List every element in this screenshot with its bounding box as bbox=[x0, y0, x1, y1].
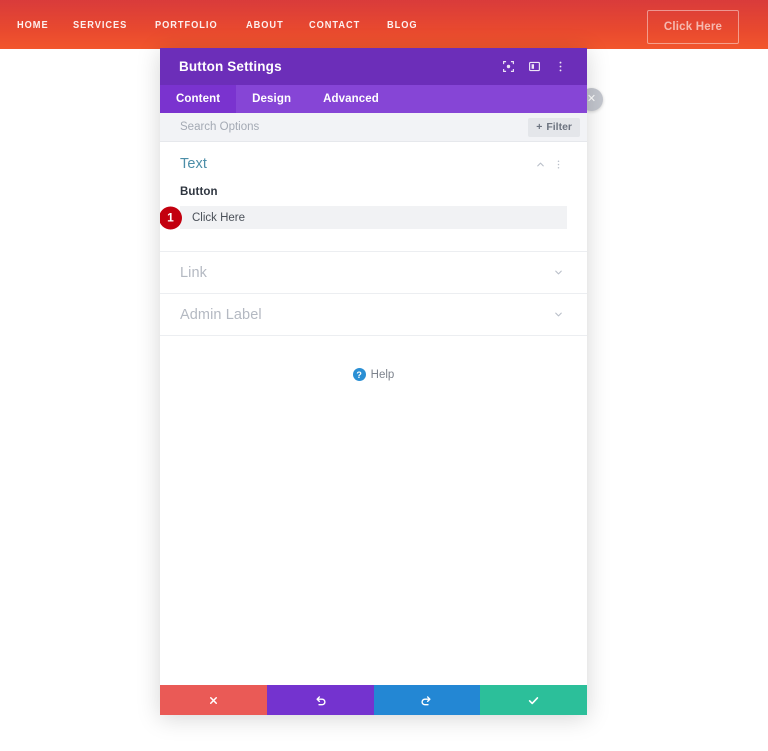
help-label: Help bbox=[370, 368, 395, 381]
modal-title: Button Settings bbox=[179, 59, 282, 74]
filter-button[interactable]: + Filter bbox=[528, 117, 580, 137]
button-text-label: Button bbox=[180, 186, 218, 198]
nav-item-portfolio[interactable]: PORTFOLIO bbox=[155, 19, 218, 31]
chevron-down-icon[interactable] bbox=[549, 306, 567, 324]
section-admin-label-title: Admin Label bbox=[180, 306, 262, 323]
chevron-down-icon[interactable] bbox=[549, 264, 567, 282]
nav-item-about[interactable]: ABOUT bbox=[246, 19, 284, 31]
undo-button[interactable] bbox=[266, 685, 374, 715]
tab-design[interactable]: Design bbox=[236, 85, 307, 113]
header-cta-button[interactable]: Click Here bbox=[647, 10, 739, 44]
cancel-button[interactable] bbox=[160, 685, 267, 715]
save-button[interactable] bbox=[480, 685, 587, 715]
tab-advanced[interactable]: Advanced bbox=[307, 85, 395, 113]
section-text-title: Text bbox=[180, 156, 207, 172]
question-circle-icon: ? bbox=[352, 368, 366, 381]
tab-content[interactable]: Content bbox=[160, 85, 237, 113]
section-text-header[interactable]: Text bbox=[180, 142, 567, 186]
redo-button[interactable] bbox=[373, 685, 481, 715]
search-input[interactable] bbox=[180, 121, 529, 133]
button-text-field-row: 1 bbox=[160, 206, 567, 229]
nav-item-blog[interactable]: BLOG bbox=[387, 19, 418, 31]
section-link-title: Link bbox=[180, 264, 207, 281]
layout-panel-icon[interactable] bbox=[521, 54, 547, 80]
main-navigation: HOME SERVICES PORTFOLIO ABOUT CONTACT BL… bbox=[17, 19, 422, 31]
button-settings-modal: Button Settings Content Design Advanced bbox=[160, 48, 587, 715]
focus-target-icon[interactable] bbox=[495, 54, 521, 80]
modal-body: Text Button 1 Click Here Link Admin Labe… bbox=[160, 142, 587, 685]
more-vertical-icon[interactable] bbox=[547, 54, 573, 80]
site-header: HOME SERVICES PORTFOLIO ABOUT CONTACT BL… bbox=[0, 0, 768, 49]
section-admin-label[interactable]: Admin Label bbox=[160, 294, 587, 336]
modal-footer bbox=[160, 685, 587, 715]
section-text: Text Button 1 bbox=[160, 142, 587, 252]
nav-item-contact[interactable]: CONTACT bbox=[309, 19, 360, 31]
step-badge: 1 bbox=[160, 206, 182, 229]
section-link[interactable]: Link bbox=[160, 252, 587, 294]
more-vertical-icon[interactable] bbox=[549, 155, 567, 173]
button-text-input[interactable] bbox=[180, 206, 567, 229]
chevron-up-icon[interactable] bbox=[531, 155, 549, 173]
plus-icon: + bbox=[536, 121, 543, 133]
modal-tabs: Content Design Advanced bbox=[160, 85, 587, 113]
help-link[interactable]: ? Help bbox=[160, 368, 587, 381]
nav-item-services[interactable]: SERVICES bbox=[73, 19, 127, 31]
filter-button-label: Filter bbox=[546, 121, 572, 133]
nav-item-home[interactable]: HOME bbox=[17, 19, 49, 31]
modal-titlebar: Button Settings bbox=[160, 48, 587, 85]
search-bar: + Filter bbox=[160, 113, 587, 142]
